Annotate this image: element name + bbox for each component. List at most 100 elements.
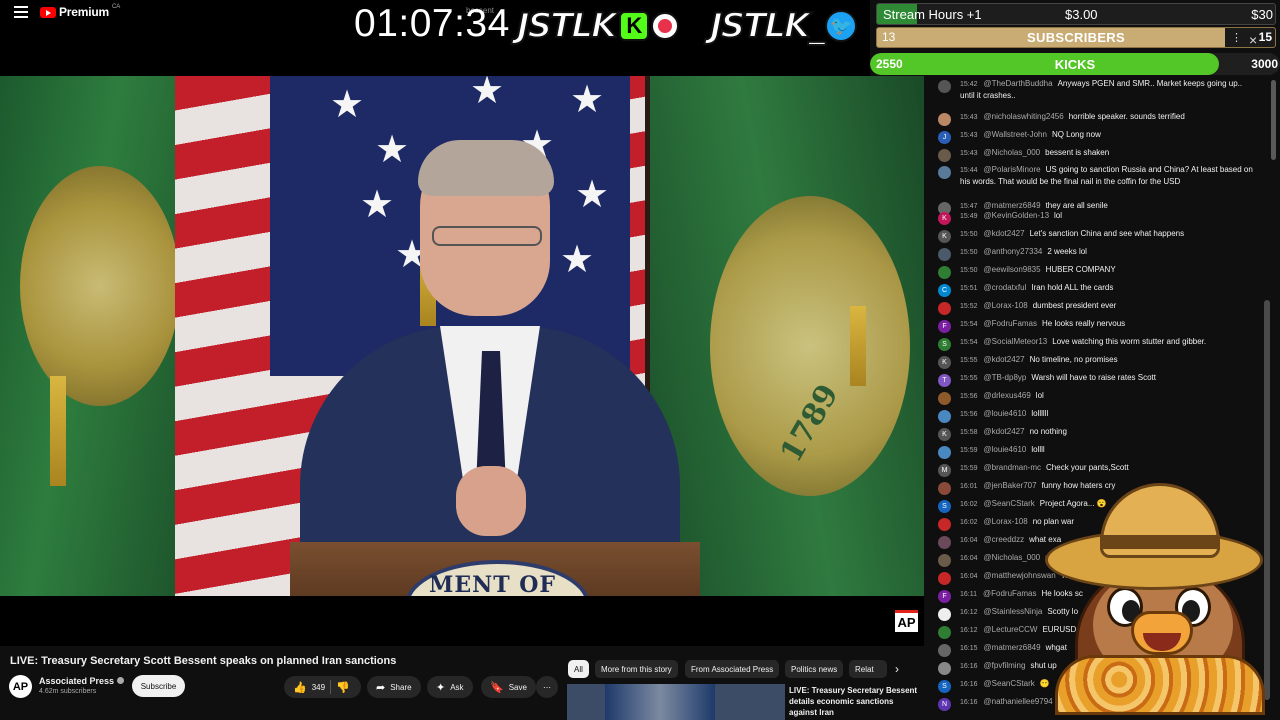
chat-avatar[interactable]: F	[938, 320, 951, 333]
chat-avatar[interactable]	[938, 626, 951, 639]
share-button[interactable]: ➦ Share	[367, 676, 421, 698]
recommended-title[interactable]: LIVE: Treasury Secretary Bessent details…	[789, 685, 921, 718]
chat-username[interactable]: @SocialMeteor13	[984, 337, 1048, 346]
chat-username[interactable]: @matmerz6849	[984, 643, 1041, 652]
chat-username[interactable]: @TheDarthBuddha	[984, 79, 1053, 88]
chat-avatar[interactable]: K	[938, 212, 951, 225]
chat-username[interactable]: @SeanCStark	[984, 679, 1035, 688]
chat-avatar[interactable]: C	[938, 284, 951, 297]
chat-avatar[interactable]	[938, 644, 951, 657]
thumbs-up-icon[interactable]: 👍	[293, 681, 307, 694]
chip-more-from-story[interactable]: More from this story	[595, 660, 678, 678]
chat-avatar[interactable]: K	[938, 428, 951, 441]
chat-username[interactable]: @LectureCCW	[984, 625, 1038, 634]
chat-timestamp: 15:42	[960, 81, 978, 88]
chat-avatar[interactable]: K	[938, 230, 951, 243]
chat-username[interactable]: @kdot2427	[984, 355, 1025, 364]
more-options-icon[interactable]: ⋮	[1231, 31, 1242, 44]
youtube-logo[interactable]: Premium CA	[40, 4, 121, 19]
chat-username[interactable]: @SeanCStark	[984, 499, 1035, 508]
video-player[interactable]: ★ ★ ★ ★ ★ ★ ★ ★ ★ 1789 MENT OF TH	[0, 76, 924, 596]
chat-avatar[interactable]	[938, 149, 951, 162]
chat-avatar[interactable]	[938, 113, 951, 126]
chat-scrollbar[interactable]	[1271, 80, 1276, 160]
chat-avatar[interactable]	[938, 536, 951, 549]
chat-avatar[interactable]	[938, 410, 951, 423]
chat-avatar[interactable]	[938, 662, 951, 675]
chat-username[interactable]: @TB-dp8yp	[984, 373, 1027, 382]
chat-text: no nothing	[1029, 427, 1067, 436]
chat-avatar[interactable]: J	[938, 131, 951, 144]
ask-button[interactable]: ✦ Ask	[427, 676, 473, 698]
chat-username[interactable]: @PolarisMinore	[984, 165, 1041, 174]
chat-avatar[interactable]	[938, 446, 951, 459]
chip-related[interactable]: Relat	[849, 660, 887, 678]
chat-username[interactable]: @nathaniellee9794	[984, 697, 1053, 706]
chat-username[interactable]: @nicholaswhiting2456	[984, 112, 1064, 121]
subscribe-button[interactable]: Subscribe	[132, 675, 185, 697]
close-icon[interactable]: ×	[1249, 32, 1257, 48]
chat-username[interactable]: @FodruFamas	[983, 589, 1036, 598]
chat-username[interactable]: @Wallstreet-John	[984, 130, 1047, 139]
chat-username[interactable]: @fpvfilming	[984, 661, 1026, 670]
chevron-right-icon[interactable]: ›	[895, 662, 899, 676]
chat-avatar[interactable]	[938, 392, 951, 405]
chat-avatar[interactable]	[938, 302, 951, 315]
hamburger-menu-icon[interactable]	[14, 6, 28, 18]
chat-username[interactable]: @StainlessNinja	[984, 607, 1043, 616]
chip-from-associated-press[interactable]: From Associated Press	[685, 660, 780, 678]
thumbs-down-icon[interactable]: 👎	[336, 681, 350, 694]
chat-avatar[interactable]: S	[938, 500, 951, 513]
chip-all[interactable]: All	[568, 660, 589, 678]
chat-avatar[interactable]: S	[938, 680, 951, 693]
chat-timestamp: 15:49	[960, 213, 978, 220]
chat-avatar[interactable]	[938, 572, 951, 585]
chat-message-body: 15:56 @louie4610 lollllll	[960, 408, 1258, 420]
chat-avatar[interactable]	[938, 80, 951, 93]
chat-avatar[interactable]: F	[938, 590, 951, 603]
chat-avatar[interactable]: S	[938, 338, 951, 351]
speaker-hair	[418, 140, 554, 196]
chat-avatar[interactable]	[938, 248, 951, 261]
region-label: CA	[111, 4, 121, 10]
chip-politics-news[interactable]: Politics news	[785, 660, 844, 678]
chat-avatar[interactable]: K	[938, 356, 951, 369]
chat-username[interactable]: @crodatxful	[984, 283, 1027, 292]
chat-username[interactable]: @KevinGolden-13	[984, 211, 1050, 220]
chat-message: 15:52 @Lorax-108 dumbest president ever	[938, 300, 1258, 315]
chat-username[interactable]: @anthony27334	[984, 247, 1043, 256]
chat-avatar[interactable]: T	[938, 374, 951, 387]
recommended-thumbnail[interactable]	[567, 684, 785, 720]
chat-message: 15:56 @drlexus469 lol	[938, 390, 1258, 405]
chat-username[interactable]: @Lorax-108	[984, 301, 1028, 310]
like-count[interactable]: 349	[312, 683, 325, 692]
chat-username[interactable]: @Nicholas_000	[984, 148, 1041, 157]
chat-username[interactable]: @FodruFamas	[984, 319, 1037, 328]
chat-message-body: 15:54 @SocialMeteor13 Love watching this w…	[960, 336, 1258, 348]
chat-username[interactable]: @louie4610	[984, 409, 1027, 418]
chat-username[interactable]: @creeddzz	[984, 535, 1025, 544]
chat-username[interactable]: @louie4610	[984, 445, 1027, 454]
chat-username[interactable]: @Nicholas_000	[984, 553, 1041, 562]
chat-username[interactable]: @kdot2427	[984, 427, 1025, 436]
chat-username[interactable]: @eewilson9835	[984, 265, 1041, 274]
chat-username[interactable]: @matmerz6849	[984, 201, 1041, 210]
chat-avatar[interactable]	[938, 266, 951, 279]
chat-avatar[interactable]: N	[938, 698, 951, 711]
save-button[interactable]: 🔖 Save	[481, 676, 536, 698]
chat-username[interactable]: @jenBaker707	[984, 481, 1037, 490]
chat-avatar[interactable]: M	[938, 464, 951, 477]
chat-username[interactable]: @kdot2427	[984, 229, 1025, 238]
channel-name[interactable]: Associated Press	[39, 676, 125, 686]
chat-username[interactable]: @drlexus469	[984, 391, 1031, 400]
chat-avatar[interactable]	[938, 482, 951, 495]
chat-avatar[interactable]	[938, 518, 951, 531]
chat-avatar[interactable]	[938, 554, 951, 567]
chat-avatar[interactable]	[938, 166, 951, 179]
chat-timestamp: 15:44	[960, 167, 978, 174]
chat-username[interactable]: @brandman-mc	[984, 463, 1041, 472]
channel-avatar[interactable]: AP	[9, 675, 32, 698]
more-actions-button[interactable]: ⋯	[536, 676, 558, 698]
chat-avatar[interactable]	[938, 608, 951, 621]
chat-username[interactable]: @Lorax-108	[984, 517, 1028, 526]
